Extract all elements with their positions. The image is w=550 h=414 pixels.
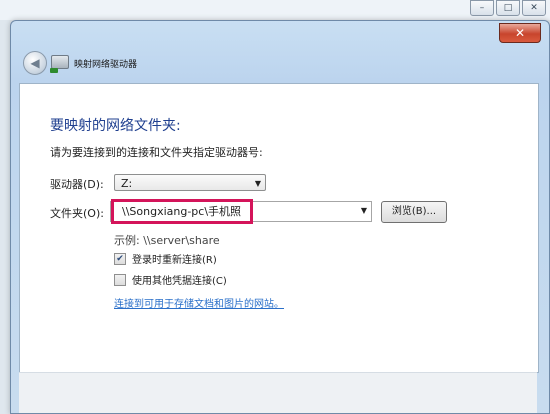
map-network-drive-dialog: ✕ ◀ 映射网络驱动器 要映射的网络文件夹: 请为要连接到的连接和文件夹指定驱动… <box>10 20 550 414</box>
drive-label: 驱动器(D): <box>50 178 104 191</box>
outer-title-bar: – □ ✕ <box>0 0 550 20</box>
maximize-button[interactable]: □ <box>496 0 520 16</box>
browse-button[interactable]: 浏览(B)... <box>381 201 447 223</box>
instruction-text: 请为要连接到的连接和文件夹指定驱动器号: <box>50 146 263 159</box>
dropdown-arrow-icon: ▼ <box>254 179 261 188</box>
other-credentials-checkbox-row[interactable]: 使用其他凭据连接(C) <box>114 272 227 287</box>
dialog-footer <box>19 372 537 413</box>
dialog-title: 映射网络驱动器 <box>74 60 138 70</box>
other-credentials-checkbox[interactable] <box>114 273 126 286</box>
network-drive-icon <box>50 55 69 73</box>
folder-combobox[interactable]: \\Songxiang-pc\手机照 ▼ <box>110 199 372 224</box>
outer-close-button[interactable]: ✕ <box>522 0 546 16</box>
close-button[interactable]: ✕ <box>499 23 541 43</box>
folder-label: 文件夹(O): <box>50 207 104 220</box>
reconnect-checkbox-row[interactable]: ✔ 登录时重新连接(R) <box>114 251 217 266</box>
drive-value: Z: <box>121 177 133 190</box>
outer-window-controls: – □ ✕ <box>470 0 546 16</box>
folder-dropdown-arrow-icon[interactable]: ▼ <box>361 206 367 215</box>
folder-input[interactable]: \\Songxiang-pc\手机照 <box>111 199 253 224</box>
reconnect-label: 登录时重新连接(R) <box>132 255 217 266</box>
drive-select[interactable]: Z: ▼ <box>114 174 266 191</box>
back-button[interactable]: ◀ <box>23 51 47 75</box>
reconnect-checkbox[interactable]: ✔ <box>114 252 126 265</box>
page-heading: 要映射的网络文件夹: <box>50 118 181 134</box>
website-storage-link[interactable]: 连接到可用于存储文档和图片的网站。 <box>114 295 284 310</box>
other-credentials-label: 使用其他凭据连接(C) <box>132 276 227 287</box>
back-arrow-icon: ◀ <box>30 56 40 70</box>
dialog-content: 要映射的网络文件夹: 请为要连接到的连接和文件夹指定驱动器号: 驱动器(D): … <box>19 83 539 373</box>
minimize-button[interactable]: – <box>470 0 494 16</box>
example-text: 示例: \\server\share <box>114 234 220 247</box>
